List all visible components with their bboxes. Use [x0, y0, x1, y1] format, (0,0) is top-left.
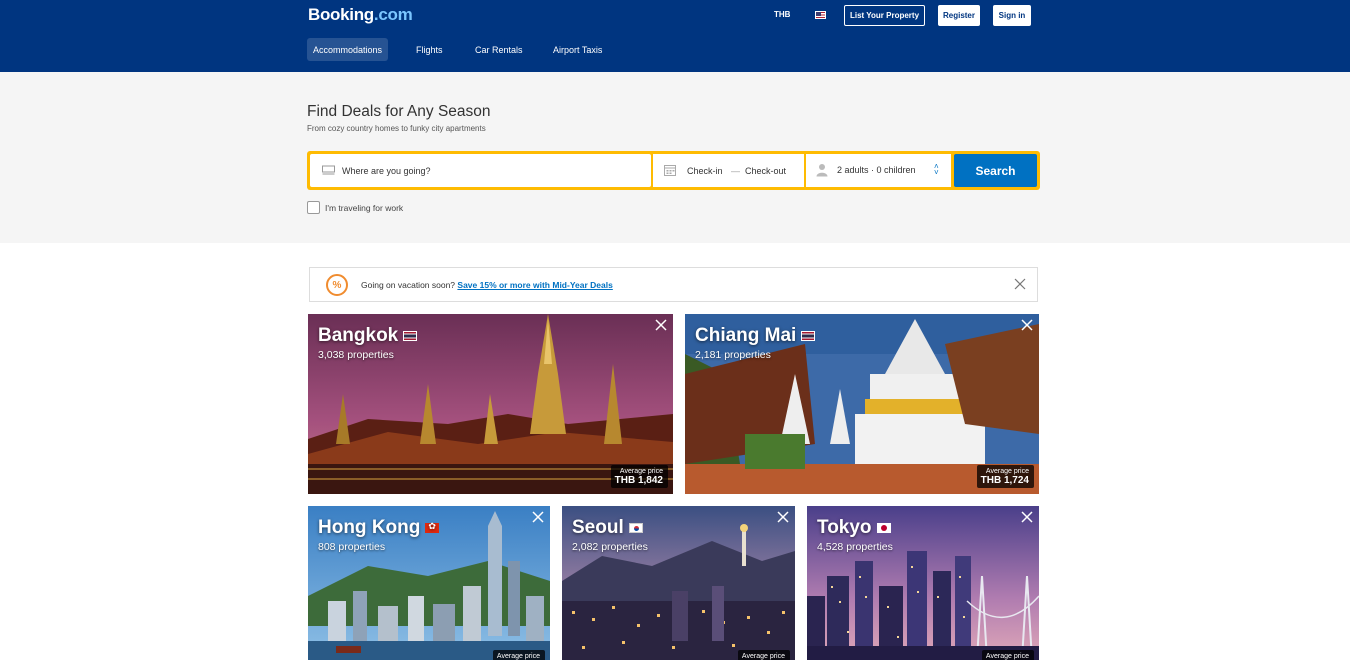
average-price-badge: Average price THB 1,724	[976, 465, 1034, 488]
thailand-flag-icon	[403, 331, 418, 341]
check-out-label: Check-out	[745, 166, 787, 176]
promo-link[interactable]: Save 15% or more with Mid-Year Deals	[457, 280, 612, 290]
calendar-icon	[664, 165, 676, 176]
date-separator: —	[731, 166, 740, 176]
close-icon[interactable]	[1013, 277, 1027, 291]
destination-placeholder: Where are you going?	[342, 166, 431, 176]
destination-card-seoul[interactable]: Seoul 2,082 properties Average price	[562, 506, 795, 660]
chevron-updown-icon: ˄ ˅	[934, 162, 939, 177]
page-subtitle: From cozy country homes to funky city ap…	[307, 124, 486, 133]
booking-logo[interactable]: Booking.com	[308, 5, 413, 25]
work-travel-checkbox[interactable]	[307, 201, 320, 214]
bed-icon	[322, 165, 335, 175]
property-count: 4,528 properties	[817, 541, 893, 553]
property-count: 2,082 properties	[572, 541, 648, 553]
check-in-label: Check-in	[687, 166, 723, 176]
destination-input[interactable]: Where are you going?	[310, 154, 651, 187]
average-price-badge: Average price	[492, 650, 545, 660]
destination-card-tokyo[interactable]: Tokyo 4,528 properties Average price	[807, 506, 1039, 660]
city-name: Hong Kong	[318, 517, 440, 539]
destination-card-bangkok[interactable]: Bangkok 3,038 properties Average price TH…	[308, 314, 673, 494]
close-icon[interactable]	[655, 319, 667, 331]
currency-selector[interactable]: THB	[774, 10, 790, 19]
close-icon[interactable]	[1021, 319, 1033, 331]
close-icon[interactable]	[1021, 511, 1033, 523]
guests-selector[interactable]: 2 adults · 0 children ˄ ˅	[806, 154, 951, 187]
top-header: Booking.com THB List Your Property Regis…	[0, 0, 1350, 72]
tab-airport-taxis[interactable]: Airport Taxis	[547, 38, 608, 61]
tab-car-rentals[interactable]: Car Rentals	[469, 38, 529, 61]
work-travel-label: I'm traveling for work	[325, 203, 404, 213]
average-price-badge: Average price	[981, 650, 1034, 660]
destination-card-hong-kong[interactable]: Hong Kong 808 properties Average price	[308, 506, 550, 660]
city-name: Seoul	[572, 517, 643, 539]
promo-text: Going on vacation soon? Save 15% or more…	[361, 280, 613, 290]
property-count: 3,038 properties	[318, 349, 394, 361]
promo-banner: % Going on vacation soon? Save 15% or mo…	[309, 267, 1038, 302]
city-name: Bangkok	[318, 325, 418, 347]
close-icon[interactable]	[777, 511, 789, 523]
property-count: 808 properties	[318, 541, 386, 553]
average-price-badge: Average price	[737, 650, 790, 660]
city-name: Tokyo	[817, 517, 891, 539]
sign-in-button[interactable]: Sign in	[993, 5, 1031, 26]
close-icon[interactable]	[532, 511, 544, 523]
language-flag-icon[interactable]	[815, 11, 826, 19]
property-count: 2,181 properties	[695, 349, 771, 361]
destination-card-chiang-mai[interactable]: Chiang Mai 2,181 properties Average pric…	[685, 314, 1039, 494]
average-price-badge: Average price THB 1,842	[610, 465, 668, 488]
hong-kong-flag-icon	[425, 521, 440, 533]
date-picker[interactable]: Check-in — Check-out	[653, 154, 804, 187]
south-korea-flag-icon	[628, 523, 643, 533]
tab-accommodations[interactable]: Accommodations	[307, 38, 389, 61]
list-property-button[interactable]: List Your Property	[844, 5, 925, 26]
deal-badge-icon: %	[326, 274, 348, 296]
register-button[interactable]: Register	[938, 5, 980, 26]
thailand-flag-icon	[801, 331, 816, 341]
guests-label: 2 adults · 0 children	[837, 165, 916, 175]
city-name: Chiang Mai	[695, 325, 816, 347]
page-title: Find Deals for Any Season	[307, 103, 491, 120]
search-bar: Where are you going? Check-in — Check-ou…	[307, 151, 1040, 190]
person-icon	[816, 164, 828, 177]
japan-flag-icon	[876, 523, 891, 533]
search-button[interactable]: Search	[954, 154, 1037, 187]
tab-flights[interactable]: Flights	[410, 38, 449, 61]
